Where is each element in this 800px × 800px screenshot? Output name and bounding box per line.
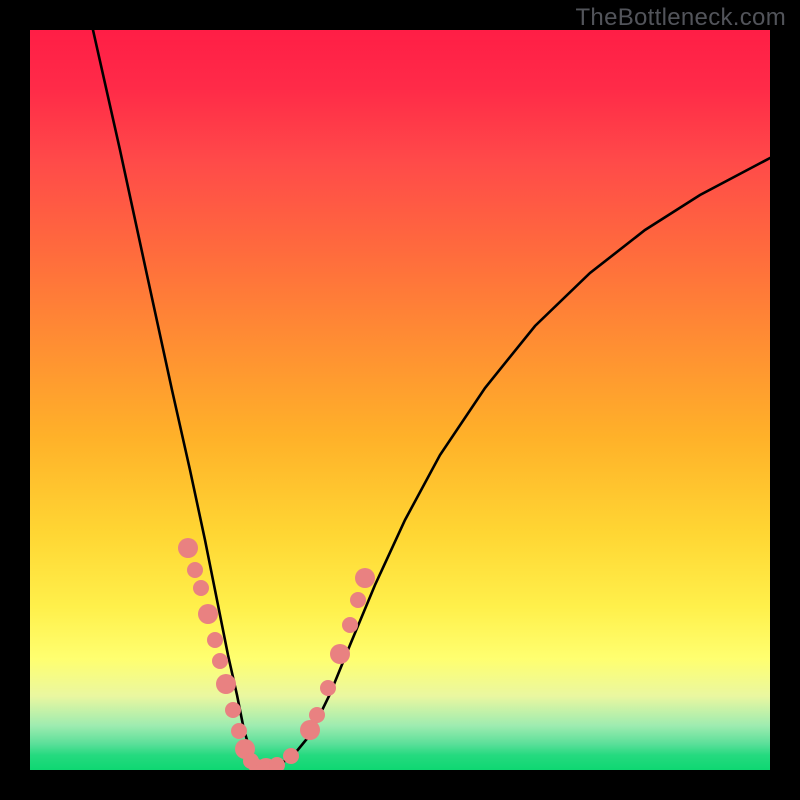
marker-dot: [283, 748, 299, 764]
plot-area: [30, 30, 770, 770]
marker-dot: [330, 644, 350, 664]
marker-dot: [207, 632, 223, 648]
curve-overlay: [30, 30, 770, 770]
data-markers: [178, 538, 375, 770]
marker-dot: [269, 757, 285, 770]
watermark-text: TheBottleneck.com: [575, 4, 786, 32]
chart-container: TheBottleneck.com: [0, 0, 800, 800]
marker-dot: [198, 604, 218, 624]
marker-dot: [350, 592, 366, 608]
marker-dot: [187, 562, 203, 578]
marker-dot: [193, 580, 209, 596]
right-curve: [262, 158, 770, 769]
marker-dot: [231, 723, 247, 739]
marker-dot: [320, 680, 336, 696]
marker-dot: [355, 568, 375, 588]
marker-dot: [178, 538, 198, 558]
marker-dot: [225, 702, 241, 718]
marker-dot: [342, 617, 358, 633]
marker-dot: [212, 653, 228, 669]
marker-dot: [216, 674, 236, 694]
marker-dot: [309, 707, 325, 723]
left-curve: [93, 30, 262, 769]
